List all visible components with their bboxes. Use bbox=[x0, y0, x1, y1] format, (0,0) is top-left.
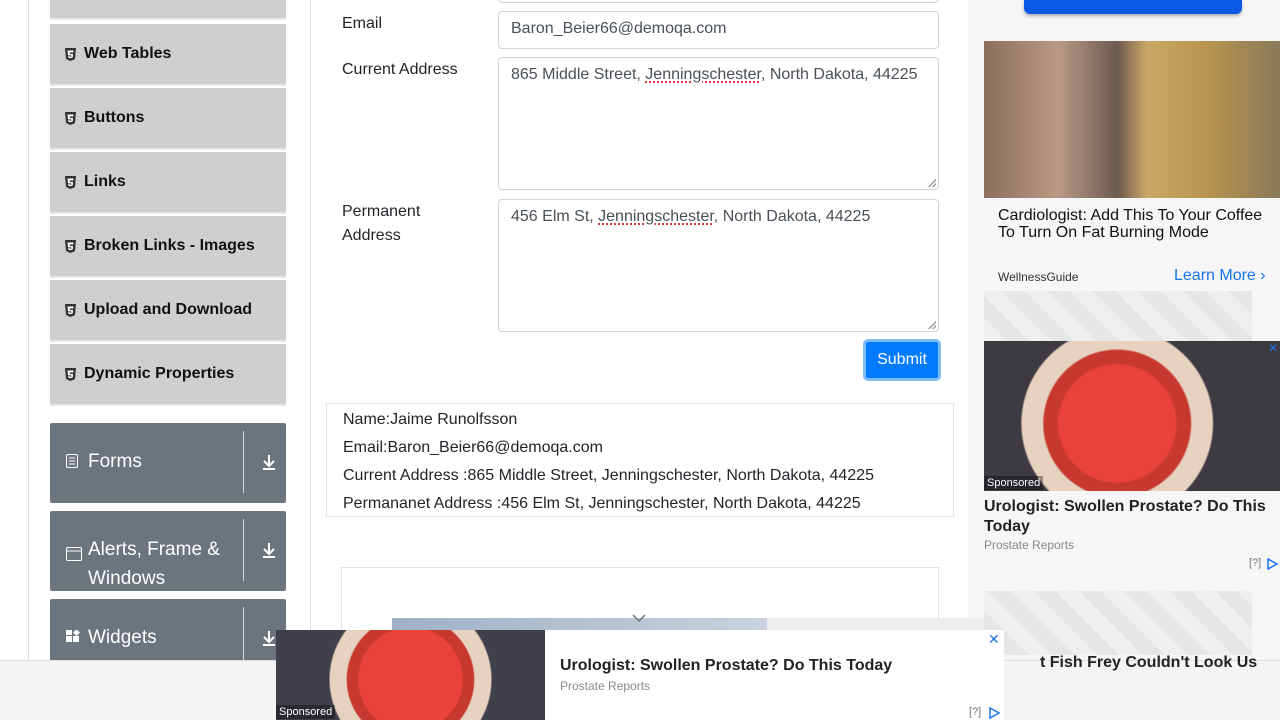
html5-icon bbox=[64, 47, 77, 61]
permanent-address-label: Permanent Address bbox=[342, 203, 421, 244]
resize-handle[interactable] bbox=[928, 321, 936, 329]
sidebar-item-links[interactable]: Links bbox=[50, 152, 286, 214]
divider bbox=[243, 431, 244, 493]
sidebar-item-label: Links bbox=[84, 173, 126, 190]
widgets-icon bbox=[66, 628, 82, 647]
sponsored-label: Sponsored bbox=[984, 476, 1044, 490]
html5-icon bbox=[64, 367, 77, 381]
email-field[interactable]: Baron_Beier66@demoqa.com bbox=[498, 11, 939, 49]
sidebar-item-label: Web Tables bbox=[84, 45, 172, 62]
ad-cut-text[interactable]: t Fish Frey Couldn't Look Us bbox=[1040, 654, 1257, 672]
adchoices-icon[interactable] bbox=[1266, 557, 1280, 575]
html5-icon bbox=[64, 303, 77, 317]
submit-button[interactable]: Submit bbox=[863, 339, 941, 381]
window-icon bbox=[66, 542, 82, 571]
sidebar-group-forms[interactable]: Forms bbox=[50, 423, 286, 503]
sidebar-group-alerts[interactable]: Alerts, Frame & Windows bbox=[50, 511, 286, 591]
permanent-address-textarea[interactable]: 456 Elm St, Jenningschester, North Dakot… bbox=[498, 199, 939, 332]
html5-icon bbox=[64, 239, 77, 253]
current-address-label: Current Address bbox=[342, 61, 458, 78]
output-panel: Name:Jaime Runolfsson Email:Baron_Beier6… bbox=[326, 403, 954, 517]
adchoices-link[interactable]: [?] bbox=[1249, 557, 1261, 569]
sidebar-item-label: Buttons bbox=[84, 109, 145, 126]
html5-icon bbox=[64, 175, 77, 189]
resize-handle[interactable] bbox=[928, 179, 936, 187]
current-address-textarea[interactable]: 865 Middle Street, Jenningschester, Nort… bbox=[498, 57, 939, 190]
learn-more-link[interactable]: Learn More › bbox=[1174, 267, 1266, 285]
ad-source: WellnessGuide bbox=[998, 270, 1079, 284]
ad-top-button[interactable] bbox=[1024, 0, 1242, 14]
sidebar-item-broken-links[interactable]: Broken Links - Images bbox=[50, 216, 286, 278]
sidebar-item-label: Broken Links - Images bbox=[84, 237, 255, 254]
current-address-value: 865 Middle Street, Jenningschester, Nort… bbox=[511, 66, 918, 83]
output-name: Name:Jaime Runolfsson bbox=[343, 411, 518, 428]
chevron-right-icon: › bbox=[1260, 267, 1266, 284]
ad-source: Prostate Reports bbox=[984, 538, 1075, 552]
close-icon[interactable]: ✕ bbox=[1268, 341, 1278, 355]
form-icon bbox=[66, 454, 82, 471]
sidebar-item-web-tables[interactable]: Web Tables bbox=[50, 24, 286, 86]
group-label: Alerts, Frame & Windows bbox=[88, 539, 220, 589]
sidebar-right-border bbox=[310, 0, 311, 660]
sidebar-left-border bbox=[28, 0, 29, 660]
sidebar-item-dynamic-properties[interactable]: Dynamic Properties bbox=[50, 344, 286, 406]
ad-title[interactable]: Cardiologist: Add This To Your Coffee To… bbox=[998, 207, 1278, 241]
divider bbox=[243, 519, 244, 581]
sidebar-item-label: Upload and Download bbox=[84, 301, 252, 318]
ad-title[interactable]: Urologist: Swollen Prostate? Do This Tod… bbox=[560, 657, 892, 675]
email-label: Email bbox=[342, 15, 383, 32]
sidebar-item-partial[interactable] bbox=[50, 0, 286, 20]
sidebar-item-upload-download[interactable]: Upload and Download bbox=[50, 280, 286, 342]
name-field-partial[interactable] bbox=[498, 0, 939, 3]
ad-pattern bbox=[984, 591, 1252, 655]
download-icon[interactable] bbox=[260, 541, 278, 559]
group-label: Widgets bbox=[88, 627, 157, 648]
output-email: Email:Baron_Beier66@demoqa.com bbox=[343, 439, 603, 456]
adchoices-icon[interactable] bbox=[988, 706, 1002, 724]
sponsored-label: Sponsored bbox=[276, 705, 336, 719]
output-current-address: Current Address :865 Middle Street, Jenn… bbox=[343, 467, 874, 484]
ad-source: Prostate Reports bbox=[560, 679, 651, 693]
ad-pattern bbox=[984, 291, 1252, 341]
html5-icon bbox=[64, 111, 77, 125]
download-icon[interactable] bbox=[260, 453, 278, 471]
ad-image-tomato[interactable] bbox=[984, 341, 1280, 491]
sidebar-item-label: Dynamic Properties bbox=[84, 365, 235, 382]
adchoices-link[interactable]: [?] bbox=[969, 706, 981, 718]
ad-image-fitness[interactable] bbox=[984, 41, 1280, 198]
close-icon[interactable]: ✕ bbox=[988, 631, 1000, 648]
sidebar-item-buttons[interactable]: Buttons bbox=[50, 88, 286, 150]
ad-title[interactable]: Urologist: Swollen Prostate? Do This Tod… bbox=[984, 497, 1276, 537]
email-value: Baron_Beier66@demoqa.com bbox=[511, 20, 727, 37]
permanent-address-value: 456 Elm St, Jenningschester, North Dakot… bbox=[511, 208, 871, 225]
chevron-down-icon[interactable] bbox=[632, 610, 646, 628]
group-label: Forms bbox=[88, 451, 142, 472]
output-permanent-address: Permananet Address :456 Elm St, Jennings… bbox=[343, 495, 861, 512]
